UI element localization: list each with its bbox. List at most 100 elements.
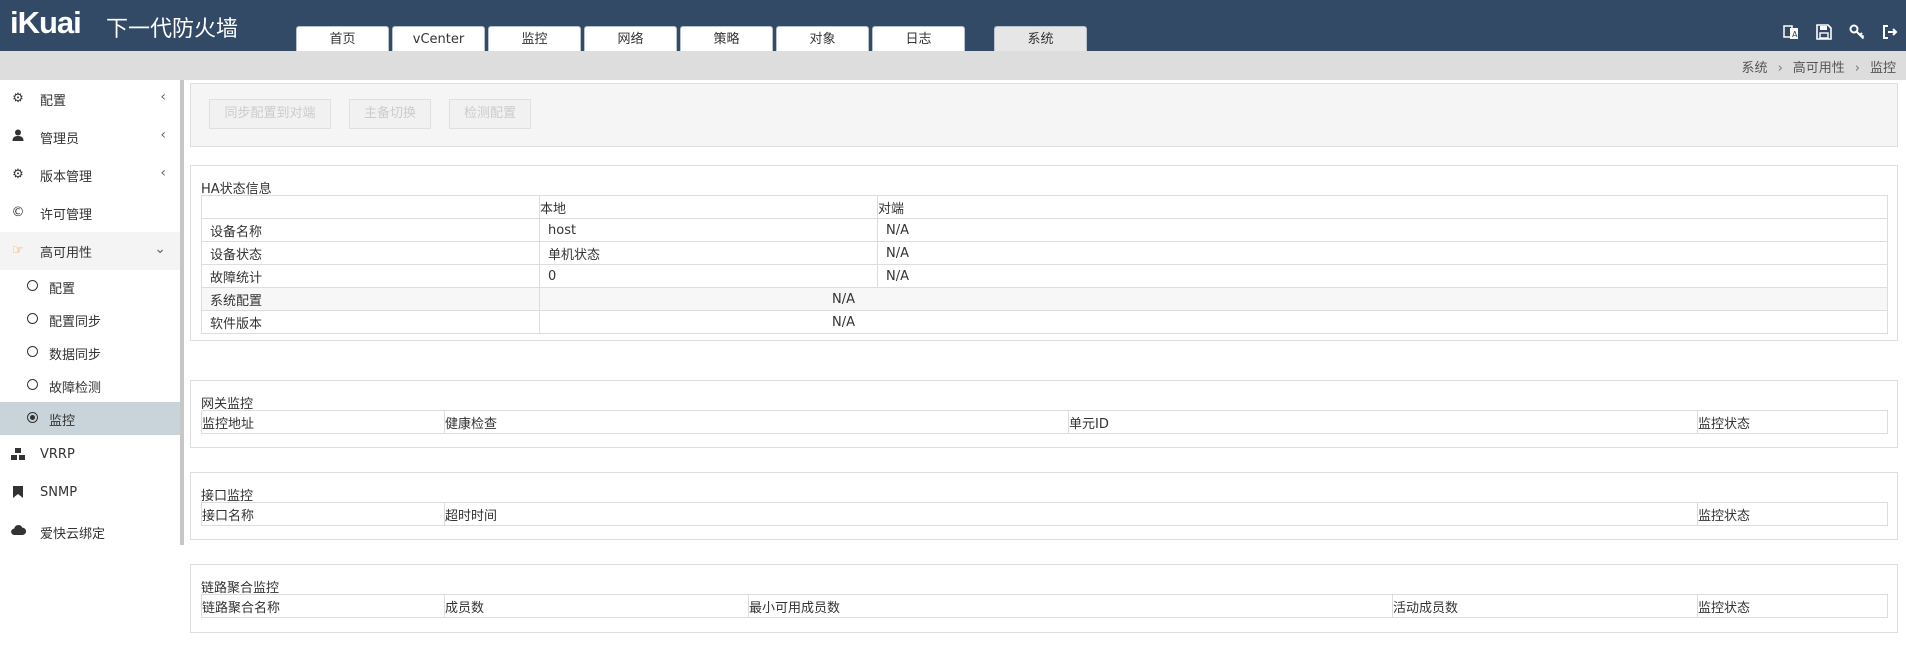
merged-value: N/A bbox=[539, 287, 1888, 311]
sidebar-item-config[interactable]: ⚙ 配置 ‹ bbox=[0, 80, 180, 118]
action-toolbar: 同步配置到对端 主备切换 检测配置 bbox=[190, 83, 1898, 147]
sidebar-item-ha[interactable]: ☞ 高可用性 ⌄ bbox=[0, 232, 180, 270]
sidebar-subitem-label: 监控 bbox=[49, 414, 76, 429]
col-header-timeout: 超时时间 bbox=[444, 502, 1698, 526]
table-row: 软件版本 N/A bbox=[201, 310, 1888, 334]
sidebar-subitem-label: 数据同步 bbox=[49, 348, 102, 363]
tab-monitor[interactable]: 监控 bbox=[488, 26, 581, 51]
radio-selected-icon bbox=[27, 412, 38, 423]
sidebar-item-cloud[interactable]: 爱快云绑定 bbox=[0, 513, 180, 551]
key-icon[interactable] bbox=[1849, 24, 1865, 40]
tab-network[interactable]: 网络 bbox=[584, 26, 677, 51]
sidebar-item-version[interactable]: ⚙ 版本管理 ‹ bbox=[0, 156, 180, 194]
cubes-icon bbox=[10, 448, 26, 464]
translate-icon[interactable]: A bbox=[1782, 24, 1799, 40]
radio-icon bbox=[27, 280, 38, 291]
peer-value: N/A bbox=[877, 241, 1888, 265]
sidebar-item-admin[interactable]: 管理员 ‹ bbox=[0, 118, 180, 156]
switch-master-backup-button[interactable]: 主备切换 bbox=[349, 99, 431, 129]
sidebar-item-snmp[interactable]: SNMP bbox=[0, 475, 180, 513]
sidebar-item-label: 爱快云绑定 bbox=[40, 527, 106, 542]
sidebar-item-label: SNMP bbox=[40, 485, 78, 500]
sidebar-item-vrrp[interactable]: VRRP bbox=[0, 437, 180, 475]
tab-object[interactable]: 对象 bbox=[776, 26, 869, 51]
local-value: host bbox=[539, 218, 878, 242]
row-label: 软件版本 bbox=[201, 310, 540, 334]
interface-monitor-table: 接口名称 超时时间 监控状态 bbox=[201, 502, 1888, 526]
col-header-monitor-status: 监控状态 bbox=[1697, 594, 1888, 618]
interface-monitor-panel: 接口监控 接口名称 超时时间 监控状态 bbox=[190, 472, 1898, 540]
col-header-monitor-status: 监控状态 bbox=[1697, 502, 1888, 526]
row-label: 系统配置 bbox=[201, 287, 540, 311]
col-header-lag-name: 链路聚合名称 bbox=[201, 594, 445, 618]
sidebar-subitem-label: 配置同步 bbox=[49, 315, 102, 330]
sidebar-scrollbar[interactable] bbox=[180, 80, 184, 545]
header-actions: A bbox=[1770, 24, 1898, 44]
row-label: 设备名称 bbox=[201, 218, 540, 242]
breadcrumb-item-monitor: 监控 bbox=[1869, 61, 1896, 76]
chevron-left-icon: ‹ bbox=[160, 165, 166, 181]
col-header-monitor-status: 监控状态 bbox=[1697, 410, 1888, 434]
tab-system[interactable]: 系统 bbox=[994, 26, 1087, 51]
row-label: 设备状态 bbox=[201, 241, 540, 265]
svg-text:A: A bbox=[1792, 30, 1798, 39]
peer-value: N/A bbox=[877, 218, 1888, 242]
breadcrumb-bar: 系统 › 高可用性 › 监控 bbox=[0, 51, 1906, 80]
tab-vcenter[interactable]: vCenter bbox=[392, 26, 485, 51]
save-icon[interactable] bbox=[1815, 24, 1832, 40]
bookmark-icon bbox=[10, 486, 26, 502]
sync-config-to-peer-button[interactable]: 同步配置到对端 bbox=[209, 99, 331, 129]
copyright-icon: © bbox=[11, 205, 25, 220]
tab-policy[interactable]: 策略 bbox=[680, 26, 773, 51]
table-header-local: 本地 bbox=[539, 195, 878, 219]
hand-point-icon: ☞ bbox=[12, 243, 24, 258]
sidebar-subitem-config[interactable]: 配置 bbox=[0, 270, 180, 303]
chevron-down-icon: ⌄ bbox=[154, 241, 166, 257]
sidebar-subitem-fault-detect[interactable]: 故障检测 bbox=[0, 369, 180, 402]
sidebar-item-label: 高可用性 bbox=[40, 246, 93, 261]
radio-icon bbox=[27, 379, 38, 390]
peer-value: N/A bbox=[877, 264, 1888, 288]
sidebar-subitem-monitor[interactable]: 监控 bbox=[0, 402, 180, 435]
sidebar-subitem-label: 配置 bbox=[49, 282, 76, 297]
gear-icon: ⚙ bbox=[12, 167, 24, 182]
brand-logo: iKuai bbox=[10, 5, 82, 40]
ha-status-table: 本地 对端 设备名称 host N/A 设备状态 单机状态 N/A 故障统计 0… bbox=[201, 195, 1888, 334]
local-value: 单机状态 bbox=[539, 241, 878, 265]
sidebar-item-label: 版本管理 bbox=[40, 170, 93, 185]
tab-home[interactable]: 首页 bbox=[296, 26, 389, 51]
sidebar-subitem-label: 故障检测 bbox=[49, 381, 102, 396]
col-header-member-count: 成员数 bbox=[444, 594, 749, 618]
breadcrumb-item-system[interactable]: 系统 bbox=[1742, 57, 1768, 76]
col-header-health-check: 健康检查 bbox=[444, 410, 1069, 434]
user-icon bbox=[10, 129, 26, 145]
radio-icon bbox=[27, 346, 38, 357]
table-row: 设备名称 host N/A bbox=[201, 218, 1888, 242]
top-header: iKuai 下一代防火墙 首页 vCenter 监控 网络 策略 对象 日志 系… bbox=[0, 0, 1906, 51]
sidebar-item-label: 管理员 bbox=[40, 132, 80, 147]
sidebar-item-license[interactable]: © 许可管理 bbox=[0, 194, 180, 232]
lag-monitor-table: 链路聚合名称 成员数 最小可用成员数 活动成员数 监控状态 bbox=[201, 594, 1888, 618]
col-header-interface-name: 接口名称 bbox=[201, 502, 445, 526]
col-header-min-available: 最小可用成员数 bbox=[748, 594, 1393, 618]
table-row: 故障统计 0 N/A bbox=[201, 264, 1888, 288]
table-row: 设备状态 单机状态 N/A bbox=[201, 241, 1888, 265]
chevron-left-icon: ‹ bbox=[160, 89, 166, 105]
tab-log[interactable]: 日志 bbox=[872, 26, 965, 51]
chevron-left-icon: ‹ bbox=[160, 127, 166, 143]
row-label: 故障统计 bbox=[201, 264, 540, 288]
logout-icon[interactable] bbox=[1882, 24, 1898, 40]
local-value: 0 bbox=[539, 264, 878, 288]
col-header-active-members: 活动成员数 bbox=[1392, 594, 1698, 618]
breadcrumb-item-ha[interactable]: 高可用性 bbox=[1793, 57, 1845, 76]
sidebar-subitem-config-sync[interactable]: 配置同步 bbox=[0, 303, 180, 336]
sidebar: ⚙ 配置 ‹ 管理员 ‹ ⚙ 版本管理 ‹ © 许可管理 ☞ 高可用性 ⌄ 配置… bbox=[0, 80, 180, 653]
gateway-monitor-panel: 网关监控 监控地址 健康检查 单元ID 监控状态 bbox=[190, 380, 1898, 448]
sidebar-item-label: 许可管理 bbox=[40, 208, 93, 223]
merged-value: N/A bbox=[539, 310, 1888, 334]
table-row: 系统配置 N/A bbox=[201, 287, 1888, 311]
check-config-button[interactable]: 检测配置 bbox=[449, 99, 531, 129]
sidebar-subitem-data-sync[interactable]: 数据同步 bbox=[0, 336, 180, 369]
table-header-empty bbox=[201, 195, 540, 219]
chevron-right-icon: › bbox=[1777, 61, 1783, 76]
